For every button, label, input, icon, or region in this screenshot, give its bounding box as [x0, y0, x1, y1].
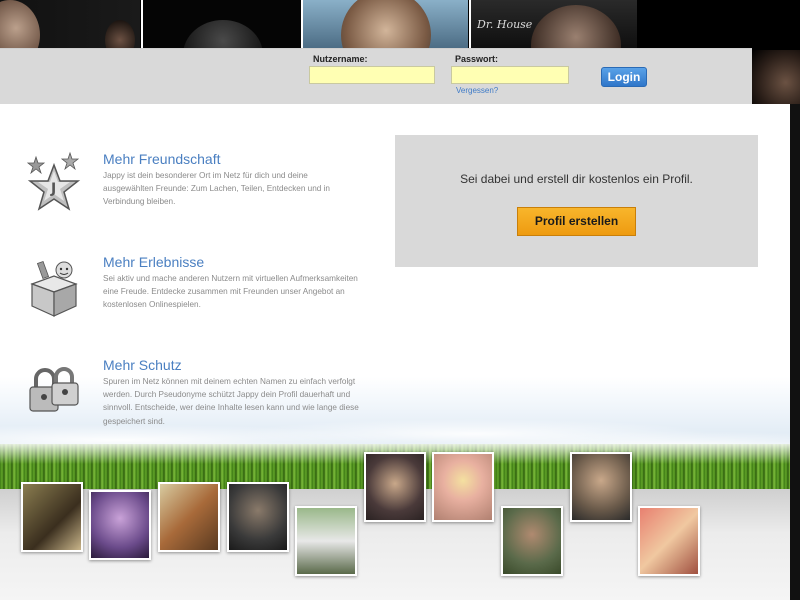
svg-text:J: J: [50, 181, 56, 197]
signup-panel: Sei dabei und erstell dir kostenlos ein …: [395, 135, 758, 267]
photo-caption: Dr. House: [477, 18, 533, 31]
photo-man-1: [0, 0, 140, 50]
member-photo[interactable]: [638, 506, 700, 576]
member-photo[interactable]: [570, 452, 632, 522]
feature-experiences: Mehr Erlebnisse Sei aktiv und mache ande…: [0, 254, 380, 344]
password-label: Passwort:: [455, 54, 499, 64]
photo-edge: [752, 50, 800, 104]
member-photo[interactable]: [364, 452, 426, 522]
photo-man-3: [301, 0, 468, 50]
main-content: J Mehr Freundschaft Jappy ist dein beson…: [0, 104, 790, 600]
password-input[interactable]: [451, 66, 569, 84]
feature-text: Spuren im Netz können mit deinem echten …: [103, 377, 359, 426]
feature-text: Jappy ist dein besonderer Ort im Netz fü…: [103, 171, 330, 207]
gift-box-icon: [30, 260, 78, 317]
feature-title: Mehr Schutz: [103, 357, 182, 373]
forgot-password-link[interactable]: Vergessen?: [456, 86, 498, 95]
feature-title: Mehr Erlebnisse: [103, 254, 205, 270]
member-photo[interactable]: [158, 482, 220, 552]
member-photo[interactable]: [227, 482, 289, 552]
feature-text: Sei aktiv und mache anderen Nutzern mit …: [103, 274, 358, 310]
feature-protection: Mehr Schutz Spuren im Netz können mit de…: [0, 357, 380, 447]
member-photo[interactable]: [295, 506, 357, 576]
star-icon: J: [26, 151, 81, 211]
member-photo[interactable]: [432, 452, 494, 522]
member-photo[interactable]: [501, 506, 563, 576]
photo-dr-house: Dr. House: [469, 0, 637, 50]
member-photo[interactable]: [89, 490, 151, 560]
photo-man-2: [141, 0, 300, 50]
feature-title: Mehr Freundschaft: [103, 151, 221, 167]
right-edge: [790, 104, 800, 600]
create-profile-button[interactable]: Profil erstellen: [517, 207, 636, 236]
username-label: Nutzername:: [313, 54, 368, 64]
top-photo-strip: Dr. House: [0, 0, 800, 50]
signup-text: Sei dabei und erstell dir kostenlos ein …: [460, 172, 693, 186]
username-input[interactable]: [309, 66, 435, 84]
lock-icon: [29, 367, 79, 412]
login-bar: Nutzername: Passwort: Vergessen? Login: [0, 48, 752, 104]
login-button[interactable]: Login: [601, 67, 647, 87]
feature-friendship: J Mehr Freundschaft Jappy ist dein beson…: [0, 151, 380, 241]
member-photo[interactable]: [21, 482, 83, 552]
